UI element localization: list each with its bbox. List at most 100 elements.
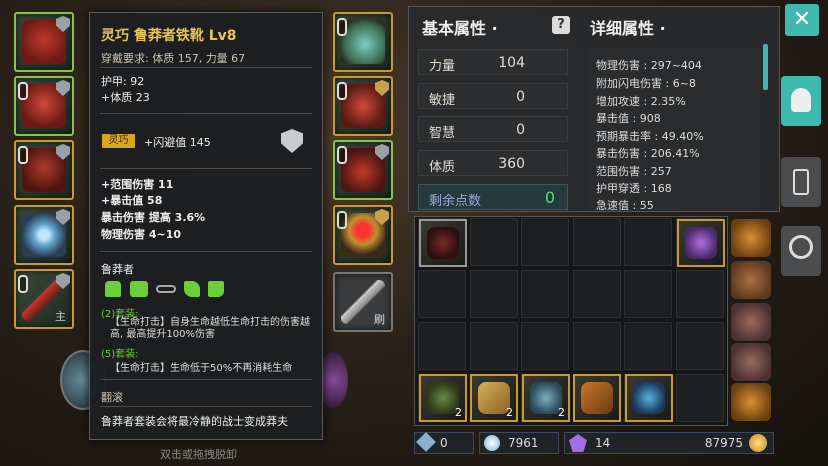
item-title: 灵巧 鲁莽者铁靴 Lv8 — [101, 28, 237, 44]
inventory-cell[interactable] — [418, 270, 466, 318]
bag-4[interactable] — [731, 343, 771, 381]
inventory-item-chest[interactable] — [573, 374, 621, 422]
inventory-cell[interactable] — [624, 270, 672, 318]
divider — [100, 406, 312, 407]
stat-row-strength: 力量 104 — [418, 49, 568, 75]
chain-lock-icon — [18, 275, 28, 293]
detail-line: 附加闪电伤害 : 6~8 — [596, 77, 696, 90]
detail-line: 暴击伤害 : 206.41% — [596, 147, 700, 160]
inventory-item-scroll[interactable]: 2 — [470, 374, 518, 422]
inventory-cell[interactable] — [675, 270, 724, 318]
gem-count: 14 — [595, 436, 611, 450]
set-helmet-icon — [105, 281, 121, 297]
affix-stat: +闪避值 145 — [144, 136, 211, 149]
inventory-cell[interactable] — [469, 218, 518, 266]
inventory-item-gloves[interactable] — [419, 219, 467, 267]
stat-value: 360 — [498, 156, 525, 172]
set-chest-icon — [130, 281, 148, 297]
detail-scrollbar[interactable] — [763, 44, 768, 90]
potion-icon — [685, 227, 717, 259]
inventory-cell[interactable] — [521, 218, 569, 266]
inventory-cell[interactable] — [624, 218, 672, 266]
chain-lock-icon — [337, 211, 347, 229]
range-damage-stat: +范围伤害 11 — [101, 178, 174, 191]
tab-equipment[interactable] — [781, 76, 821, 126]
armor-stat: 护甲: 92 — [101, 75, 145, 88]
bag-5[interactable] — [731, 383, 771, 421]
inventory-cell[interactable] — [418, 322, 466, 370]
inventory-item-bag[interactable]: 2 — [419, 374, 467, 422]
offhand-label: 刷 — [374, 313, 385, 326]
crystal-currency: 0 — [414, 432, 474, 454]
boots-slot[interactable] — [333, 140, 393, 200]
set-name: 鲁莽者 — [101, 263, 134, 276]
amulet-slot[interactable] — [333, 12, 393, 72]
inventory-cell[interactable] — [469, 322, 518, 370]
chain-lock-icon — [18, 146, 28, 164]
bag-2[interactable] — [731, 261, 771, 299]
helmet-slot[interactable] — [14, 12, 74, 72]
soul-currency: 7961 — [479, 432, 559, 454]
gold-count: 87975 — [704, 436, 743, 450]
stat-value: 0 — [516, 122, 525, 138]
helmet-tab-icon — [791, 88, 811, 112]
inventory-cell[interactable] — [572, 218, 621, 266]
points-label: 剩余点数 — [429, 194, 482, 209]
treasure-chest-icon — [581, 382, 613, 414]
set-gloves-icon — [184, 281, 200, 297]
inventory-cell[interactable] — [469, 270, 518, 318]
physical-damage-stat: 物理伤害 4~10 — [101, 228, 182, 241]
chain-lock-icon — [337, 82, 347, 100]
set-boots-icon — [208, 281, 224, 297]
offhand-slot[interactable]: 刷 — [333, 272, 393, 332]
crit-value-stat: +暴击值 58 — [101, 194, 163, 207]
soul-icon — [484, 435, 500, 451]
gloves-icon — [427, 227, 459, 259]
blue-gem-icon — [633, 382, 665, 414]
ring-slot[interactable] — [14, 205, 74, 265]
glove-tab-icon — [793, 169, 809, 195]
inventory-item-gem[interactable] — [625, 374, 673, 422]
bag-3[interactable] — [731, 303, 771, 341]
inventory-item-crystal[interactable]: 2 — [522, 374, 570, 422]
detail-line: 增加攻速 : 2.35% — [596, 95, 686, 108]
close-button[interactable]: ✕ — [785, 4, 819, 36]
flavor-text: 鲁莽者套装会将最冷静的战士变成莽夫 — [101, 415, 288, 428]
stat-label: 力量 — [429, 59, 456, 74]
bag-1[interactable] — [731, 219, 771, 257]
detail-line: 范围伤害 : 257 — [596, 165, 672, 178]
amulet-icon — [341, 20, 385, 64]
affix-tag: 灵巧 — [102, 134, 135, 148]
weapon-main-slot[interactable]: 主 — [14, 269, 74, 329]
tab-gloves[interactable] — [781, 157, 821, 207]
detail-line: 物理伤害 : 297~404 — [596, 59, 702, 72]
set-bonus-5-title: (5)套装: — [101, 349, 139, 360]
gem-gold-currency: 14 87975 — [564, 432, 774, 454]
inventory-cell[interactable] — [572, 270, 621, 318]
wand-icon — [416, 432, 436, 452]
stat-value: 104 — [498, 55, 525, 71]
inventory-item-potion[interactable] — [677, 219, 725, 267]
detail-line: 护甲穿透 : 168 — [596, 182, 672, 195]
stat-label: 智慧 — [429, 126, 456, 141]
legs-slot[interactable] — [14, 140, 74, 200]
tab-target[interactable] — [781, 226, 821, 276]
inventory-cell[interactable] — [675, 374, 724, 422]
item-count: 2 — [506, 406, 513, 419]
purple-gem-icon — [569, 434, 587, 452]
gloves-slot[interactable] — [333, 76, 393, 136]
crystal-count: 0 — [440, 436, 448, 450]
help-icon[interactable]: ? — [552, 16, 570, 34]
chest-slot[interactable] — [14, 76, 74, 136]
inventory-cell[interactable] — [624, 322, 672, 370]
detail-line: 预期暴击率 : 49.40% — [596, 130, 704, 143]
detail-line: 暴击值 : 908 — [596, 112, 661, 125]
inventory-cell[interactable] — [521, 270, 569, 318]
stat-label: 敏捷 — [429, 93, 456, 108]
inventory-cell[interactable] — [521, 322, 569, 370]
inventory-cell[interactable] — [675, 322, 724, 370]
target-tab-icon — [789, 235, 813, 259]
ring-2-slot[interactable] — [333, 205, 393, 265]
inventory-cell[interactable] — [572, 322, 621, 370]
skill-name: 翻滚 — [101, 391, 123, 404]
